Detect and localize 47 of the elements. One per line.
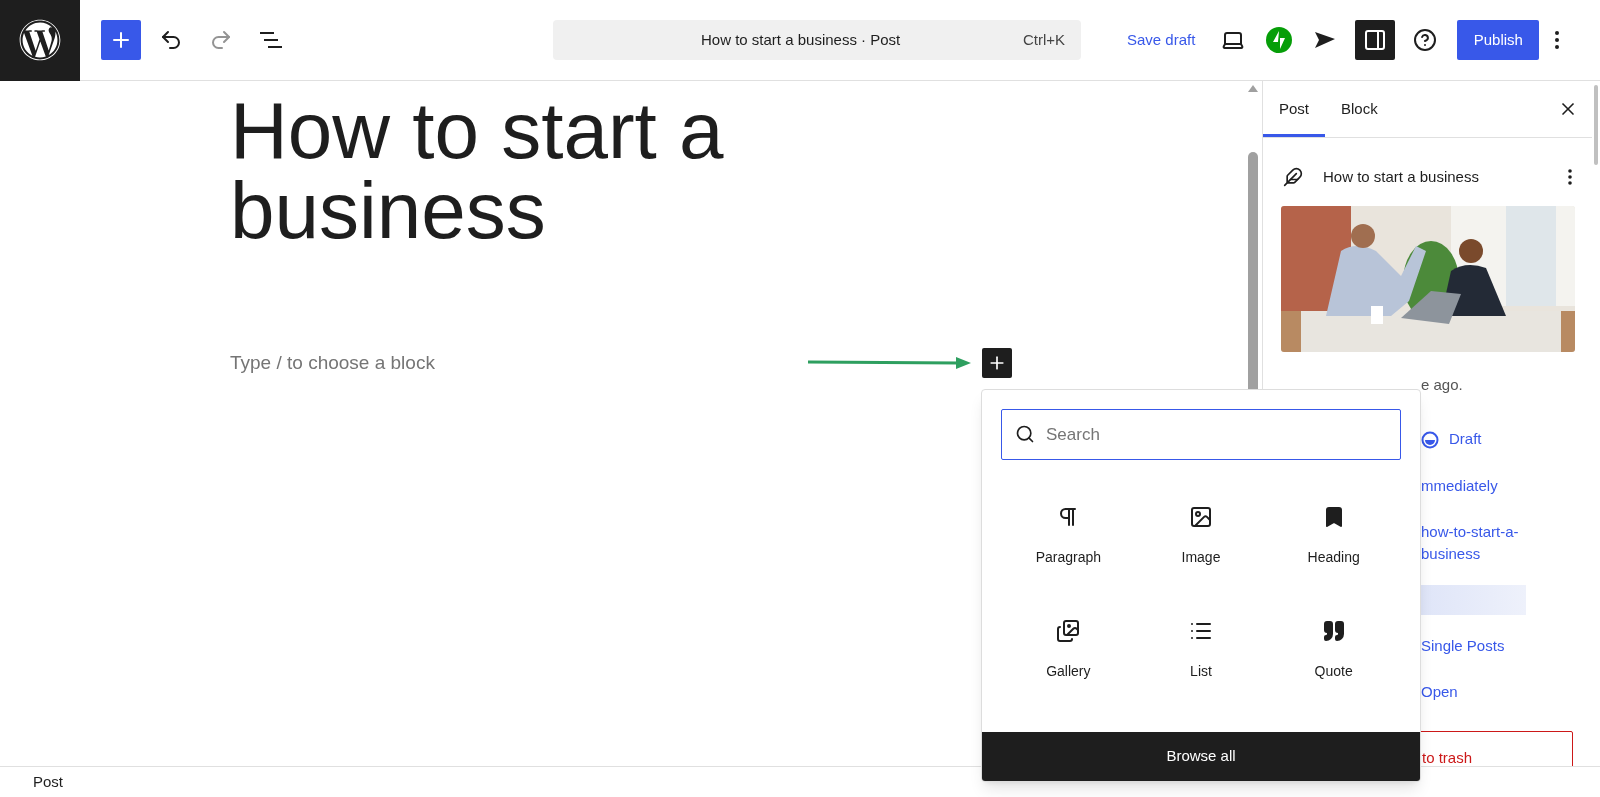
more-icon [1555,31,1560,49]
browse-all-button[interactable]: Browse all [982,732,1420,781]
add-block-button[interactable] [101,20,141,60]
publish-button[interactable]: Publish [1457,20,1540,60]
help-icon [1413,28,1438,52]
wordpress-logo-icon [19,19,61,61]
setting-link[interactable]: Open [1421,668,1551,715]
block-placeholder[interactable]: Type / to choose a block [230,348,808,378]
post-title-label: How to start a business [1323,166,1480,187]
sidebar-tab[interactable]: Post [1263,81,1325,137]
scrollbar-thumb[interactable] [1594,85,1598,165]
block-type-button[interactable]: Heading [1267,490,1400,582]
more-icon[interactable] [1568,169,1572,185]
block-type-button[interactable]: Quote [1267,604,1400,696]
status-icon [1421,430,1439,449]
breadcrumb[interactable]: Post [33,770,63,794]
search-icon [1015,424,1035,444]
image-icon [1189,504,1213,529]
post-title[interactable]: How to start a business [230,91,870,251]
logo-button[interactable] [0,0,80,81]
redo-icon [209,28,233,52]
paper-plane-icon [1314,31,1337,49]
setting-link[interactable]: how-to-start-a-business [1421,508,1551,577]
last-edited-text: e ago. [1421,375,1464,395]
scroll-up-icon[interactable] [1247,85,1258,92]
add-block-button[interactable] [982,348,1012,378]
quote-icon [1321,618,1346,643]
block-type-button[interactable]: Paragraph [1002,490,1135,582]
gallery-icon [1056,618,1081,643]
shortcut-hint: Ctrl+K [1022,29,1065,50]
block-type-button[interactable]: List [1134,604,1268,696]
list-view-icon [259,31,283,49]
block-type-button[interactable]: Gallery [1002,604,1135,696]
command-bar-title: How to start a business · Post [701,29,901,50]
sidebar-tab[interactable]: Block [1325,81,1394,137]
command-bar[interactable]: How to start a business · Post Ctrl+K [553,20,1081,60]
status-link[interactable]: Draft [1421,416,1592,463]
settings-sidebar-toggle[interactable] [1355,20,1396,60]
setting-link[interactable]: Single Posts [1421,622,1551,669]
search-field[interactable]: Search [1001,409,1401,460]
setting-link[interactable]: mmediately [1421,462,1551,509]
sidebar-icon [1363,28,1388,52]
feather-icon [1283,167,1303,187]
block-type-button[interactable]: Image [1134,490,1268,582]
undo-icon [159,28,183,52]
lightning-icon [1266,27,1293,53]
save-draft-button[interactable]: Save draft [1119,20,1204,60]
